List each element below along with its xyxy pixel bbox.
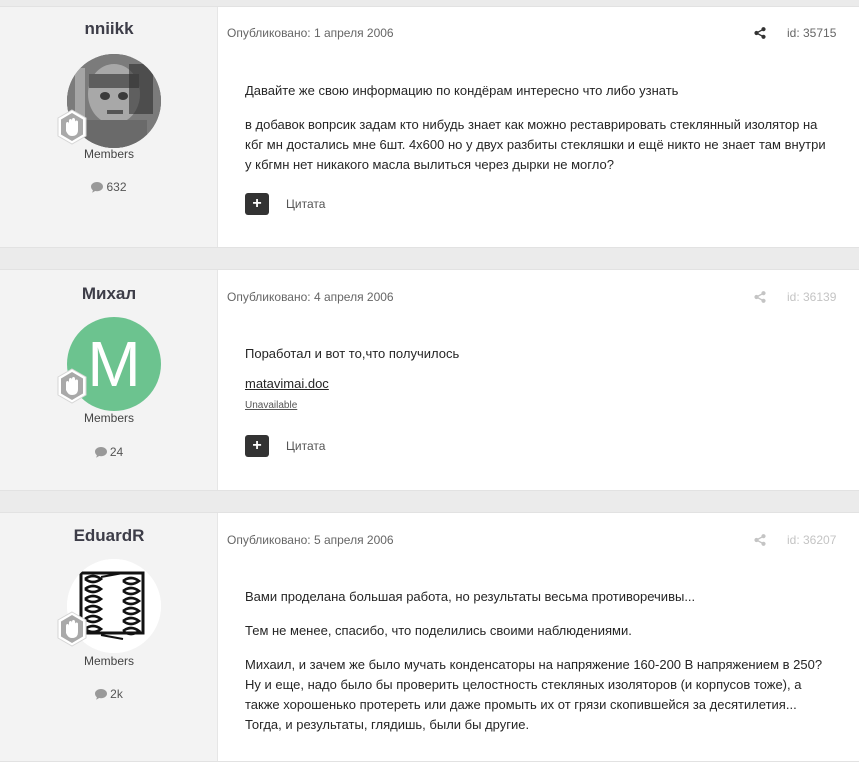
share-icon[interactable] bbox=[754, 27, 766, 39]
author-name[interactable]: nniikk bbox=[0, 19, 218, 39]
post-paragraph: Поработал и вот то,что получилось bbox=[245, 346, 460, 361]
author-name[interactable]: Михал bbox=[0, 284, 218, 304]
share-icon[interactable] bbox=[754, 291, 766, 303]
post-count[interactable]: 632 bbox=[0, 180, 218, 194]
post-content: Поработал и вот то,что получилось matavi… bbox=[245, 344, 835, 416]
quote-link[interactable]: Цитата bbox=[286, 197, 325, 211]
comment-bubble-icon bbox=[91, 182, 104, 193]
member-group: Members bbox=[83, 147, 134, 161]
member-group: Members bbox=[83, 654, 134, 668]
post-date[interactable]: Опубликовано: 5 апреля 2006 bbox=[227, 533, 394, 547]
author-panel: EduardR Members 2k bbox=[0, 513, 218, 761]
forum-post: Михал M Members 24 Опубликовано: 4 апрел… bbox=[0, 269, 859, 491]
multiquote-button[interactable]: + bbox=[245, 435, 269, 457]
post-id[interactable]: id: 35715 bbox=[787, 26, 836, 40]
forum-post: EduardR Members 2k Опубликовано: 5 апрел… bbox=[0, 512, 859, 762]
forum-post: nniikk Members 632 Опубликовано: 1 апрел… bbox=[0, 6, 859, 248]
post-content: Вами проделана большая работа, но резуль… bbox=[245, 587, 835, 749]
quote-link[interactable]: Цитата bbox=[286, 439, 325, 453]
plus-icon: + bbox=[252, 437, 262, 454]
share-icon[interactable] bbox=[754, 534, 766, 546]
rank-badge-icon bbox=[54, 368, 90, 404]
post-id[interactable]: id: 36207 bbox=[787, 533, 836, 547]
rank-badge-icon bbox=[54, 109, 90, 145]
plus-icon: + bbox=[252, 195, 262, 212]
post-count-value: 632 bbox=[106, 180, 127, 194]
author-panel: Михал M Members 24 bbox=[0, 270, 218, 490]
attachment-link[interactable]: matavimai.doc bbox=[245, 374, 835, 394]
multiquote-button[interactable]: + bbox=[245, 193, 269, 215]
author-panel: nniikk Members 632 bbox=[0, 7, 218, 247]
author-name[interactable]: EduardR bbox=[0, 526, 218, 546]
post-count[interactable]: 24 bbox=[0, 445, 218, 459]
post-paragraph: в добавок вопрсик задам кто нибудь знает… bbox=[245, 117, 826, 172]
attachment-status: Unavailable bbox=[245, 400, 298, 411]
rank-badge-icon bbox=[54, 611, 90, 647]
post-content: Давайте же свою информацию по кондёрам и… bbox=[245, 81, 835, 189]
comment-bubble-icon bbox=[94, 447, 107, 458]
post-id[interactable]: id: 36139 bbox=[787, 290, 836, 304]
post-paragraph: Вами проделана большая работа, но резуль… bbox=[245, 589, 696, 604]
post-count-value: 2k bbox=[110, 687, 123, 701]
post-date[interactable]: Опубликовано: 4 апреля 2006 bbox=[227, 290, 394, 304]
comment-bubble-icon bbox=[95, 689, 108, 700]
post-paragraph: Давайте же свою информацию по кондёрам и… bbox=[245, 83, 679, 98]
member-group: Members bbox=[83, 411, 134, 425]
post-paragraph: Михаил, и зачем же было мучать конденсат… bbox=[245, 657, 823, 732]
post-count[interactable]: 2k bbox=[0, 687, 218, 701]
post-date[interactable]: Опубликовано: 1 апреля 2006 bbox=[227, 26, 394, 40]
post-count-value: 24 bbox=[109, 445, 124, 459]
post-paragraph: Тем не менее, спасибо, что поделились св… bbox=[245, 623, 632, 638]
